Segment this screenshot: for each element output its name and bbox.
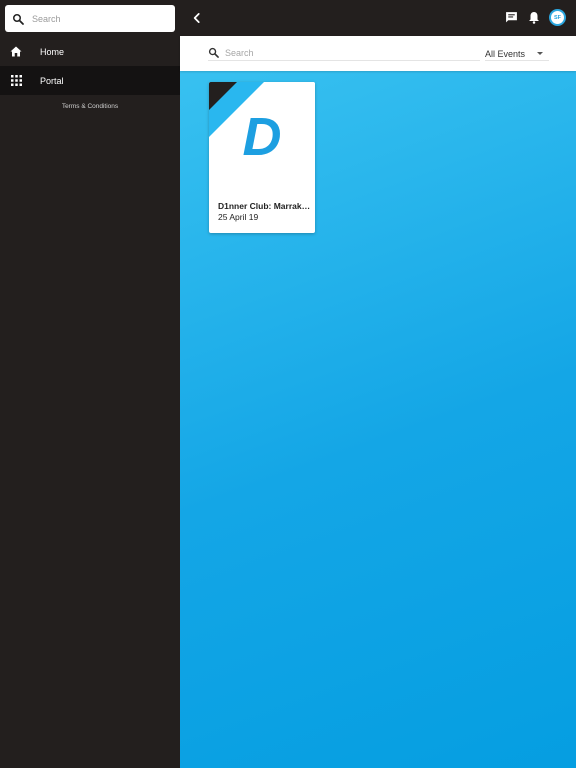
grid-icon — [9, 74, 23, 88]
home-icon — [9, 45, 23, 59]
avatar[interactable]: SF — [549, 9, 566, 26]
terms-link[interactable]: Terms & Conditions — [0, 103, 180, 110]
sidebar-search-input[interactable] — [32, 13, 152, 24]
sidebar-item-home[interactable]: Home — [0, 37, 180, 66]
sidebar-item-label: Portal — [40, 75, 64, 86]
filter-bar: All Events — [180, 36, 576, 71]
event-title: D1nner Club: Marrakech — [218, 201, 312, 211]
sidebar-search[interactable] — [5, 5, 175, 32]
sidebar-item-portal[interactable]: Portal — [0, 66, 180, 95]
chat-icon[interactable] — [505, 11, 518, 24]
sidebar-item-label: Home — [40, 46, 65, 57]
bell-icon[interactable] — [528, 11, 540, 24]
search-icon — [13, 13, 24, 25]
event-filter-value: All Events — [485, 48, 526, 59]
event-filter-dropdown[interactable]: All Events — [485, 47, 549, 61]
sidebar: Home Portal Terms & Conditions — [0, 0, 180, 768]
top-bar: SF — [180, 0, 576, 36]
event-date: 25 April 19 — [218, 212, 259, 222]
caret-down-icon — [537, 52, 544, 55]
search-icon — [208, 47, 219, 58]
main-content: All Events D D1nner Club: Marrakech 25 A… — [180, 36, 576, 768]
event-search-input[interactable] — [225, 47, 465, 58]
chevron-left-icon[interactable] — [190, 11, 204, 25]
event-search[interactable] — [208, 45, 480, 61]
logo-letter: D — [243, 107, 282, 167]
event-card[interactable]: D D1nner Club: Marrakech 25 April 19 — [209, 82, 315, 233]
event-logo-image: D — [209, 82, 315, 194]
